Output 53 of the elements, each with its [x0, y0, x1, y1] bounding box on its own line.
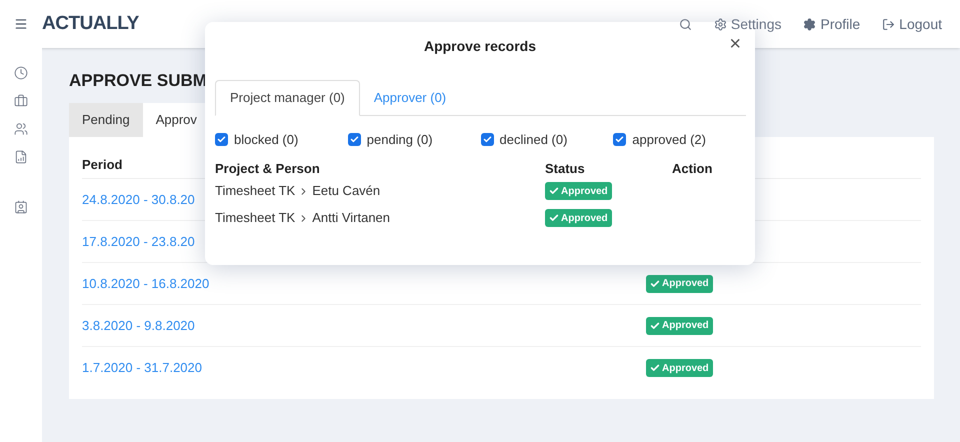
status-badge: Approved	[646, 316, 713, 334]
filter-checkbox[interactable]	[613, 133, 626, 146]
status-badge: Approved	[646, 359, 713, 377]
users-icon[interactable]	[14, 122, 28, 136]
check-icon	[217, 135, 226, 144]
column-header: Action	[672, 160, 712, 178]
period-link[interactable]: 24.8.2020 - 30.8.20	[82, 192, 195, 206]
search-icon[interactable]	[678, 18, 692, 30]
logout-icon	[882, 18, 896, 30]
page-title: APPROVE SUBM	[69, 70, 207, 92]
status-badge: Approved	[545, 182, 612, 200]
page-tab[interactable]: Pending	[69, 103, 143, 137]
briefcase-icon[interactable]	[14, 94, 28, 108]
filter-label: declined (0)	[500, 131, 568, 149]
person-name: Antti Virtanen	[312, 209, 390, 228]
filter-label: pending (0)	[366, 131, 433, 149]
column-header: Project & Person	[215, 160, 321, 178]
filter-checkbox[interactable]	[215, 133, 228, 146]
report-icon[interactable]	[14, 150, 28, 164]
logout-link[interactable]: Logout	[882, 14, 942, 34]
menu-icon[interactable]	[14, 17, 28, 31]
check-icon	[482, 135, 492, 144]
modal-tab[interactable]: Approver (0)	[360, 80, 460, 116]
status-badge: Approved	[646, 274, 713, 292]
check-icon	[615, 135, 624, 144]
gear-icon	[803, 18, 816, 30]
check-icon	[350, 135, 359, 144]
status-badge: Approved	[545, 209, 612, 227]
close-button[interactable]: ×	[729, 34, 741, 54]
period-link[interactable]: 3.8.2020 - 9.8.2020	[82, 318, 195, 332]
filter-checkbox[interactable]	[480, 133, 494, 146]
filter-checkbox[interactable]	[348, 133, 361, 146]
id-card-icon[interactable]	[14, 200, 28, 214]
profile-label: Profile	[820, 15, 860, 34]
logo: ACTUALLY	[42, 12, 139, 36]
settings-link[interactable]: Settings	[714, 14, 782, 34]
project-name: Timesheet TK	[215, 209, 296, 228]
column-header: Status	[545, 160, 586, 178]
modal-tab[interactable]: Project manager (0)	[215, 80, 360, 116]
project-name: Timesheet TK	[215, 182, 296, 200]
logout-label: Logout	[899, 15, 942, 34]
profile-link[interactable]: Profile	[803, 14, 860, 34]
settings-icon	[714, 18, 727, 30]
period-link[interactable]: 1.7.2020 - 31.7.2020	[82, 360, 202, 375]
settings-label: Settings	[730, 15, 782, 34]
filter-label: approved (2)	[632, 131, 706, 149]
column-header: Period	[82, 156, 122, 174]
period-link[interactable]: 10.8.2020 - 16.8.2020	[82, 276, 210, 290]
clock-icon[interactable]	[14, 66, 28, 80]
filter-label: blocked (0)	[234, 131, 298, 149]
person-name: Eetu Cavén	[312, 182, 380, 200]
modal-title: Approve records	[424, 36, 536, 56]
period-link[interactable]: 17.8.2020 - 23.8.20	[82, 234, 195, 248]
